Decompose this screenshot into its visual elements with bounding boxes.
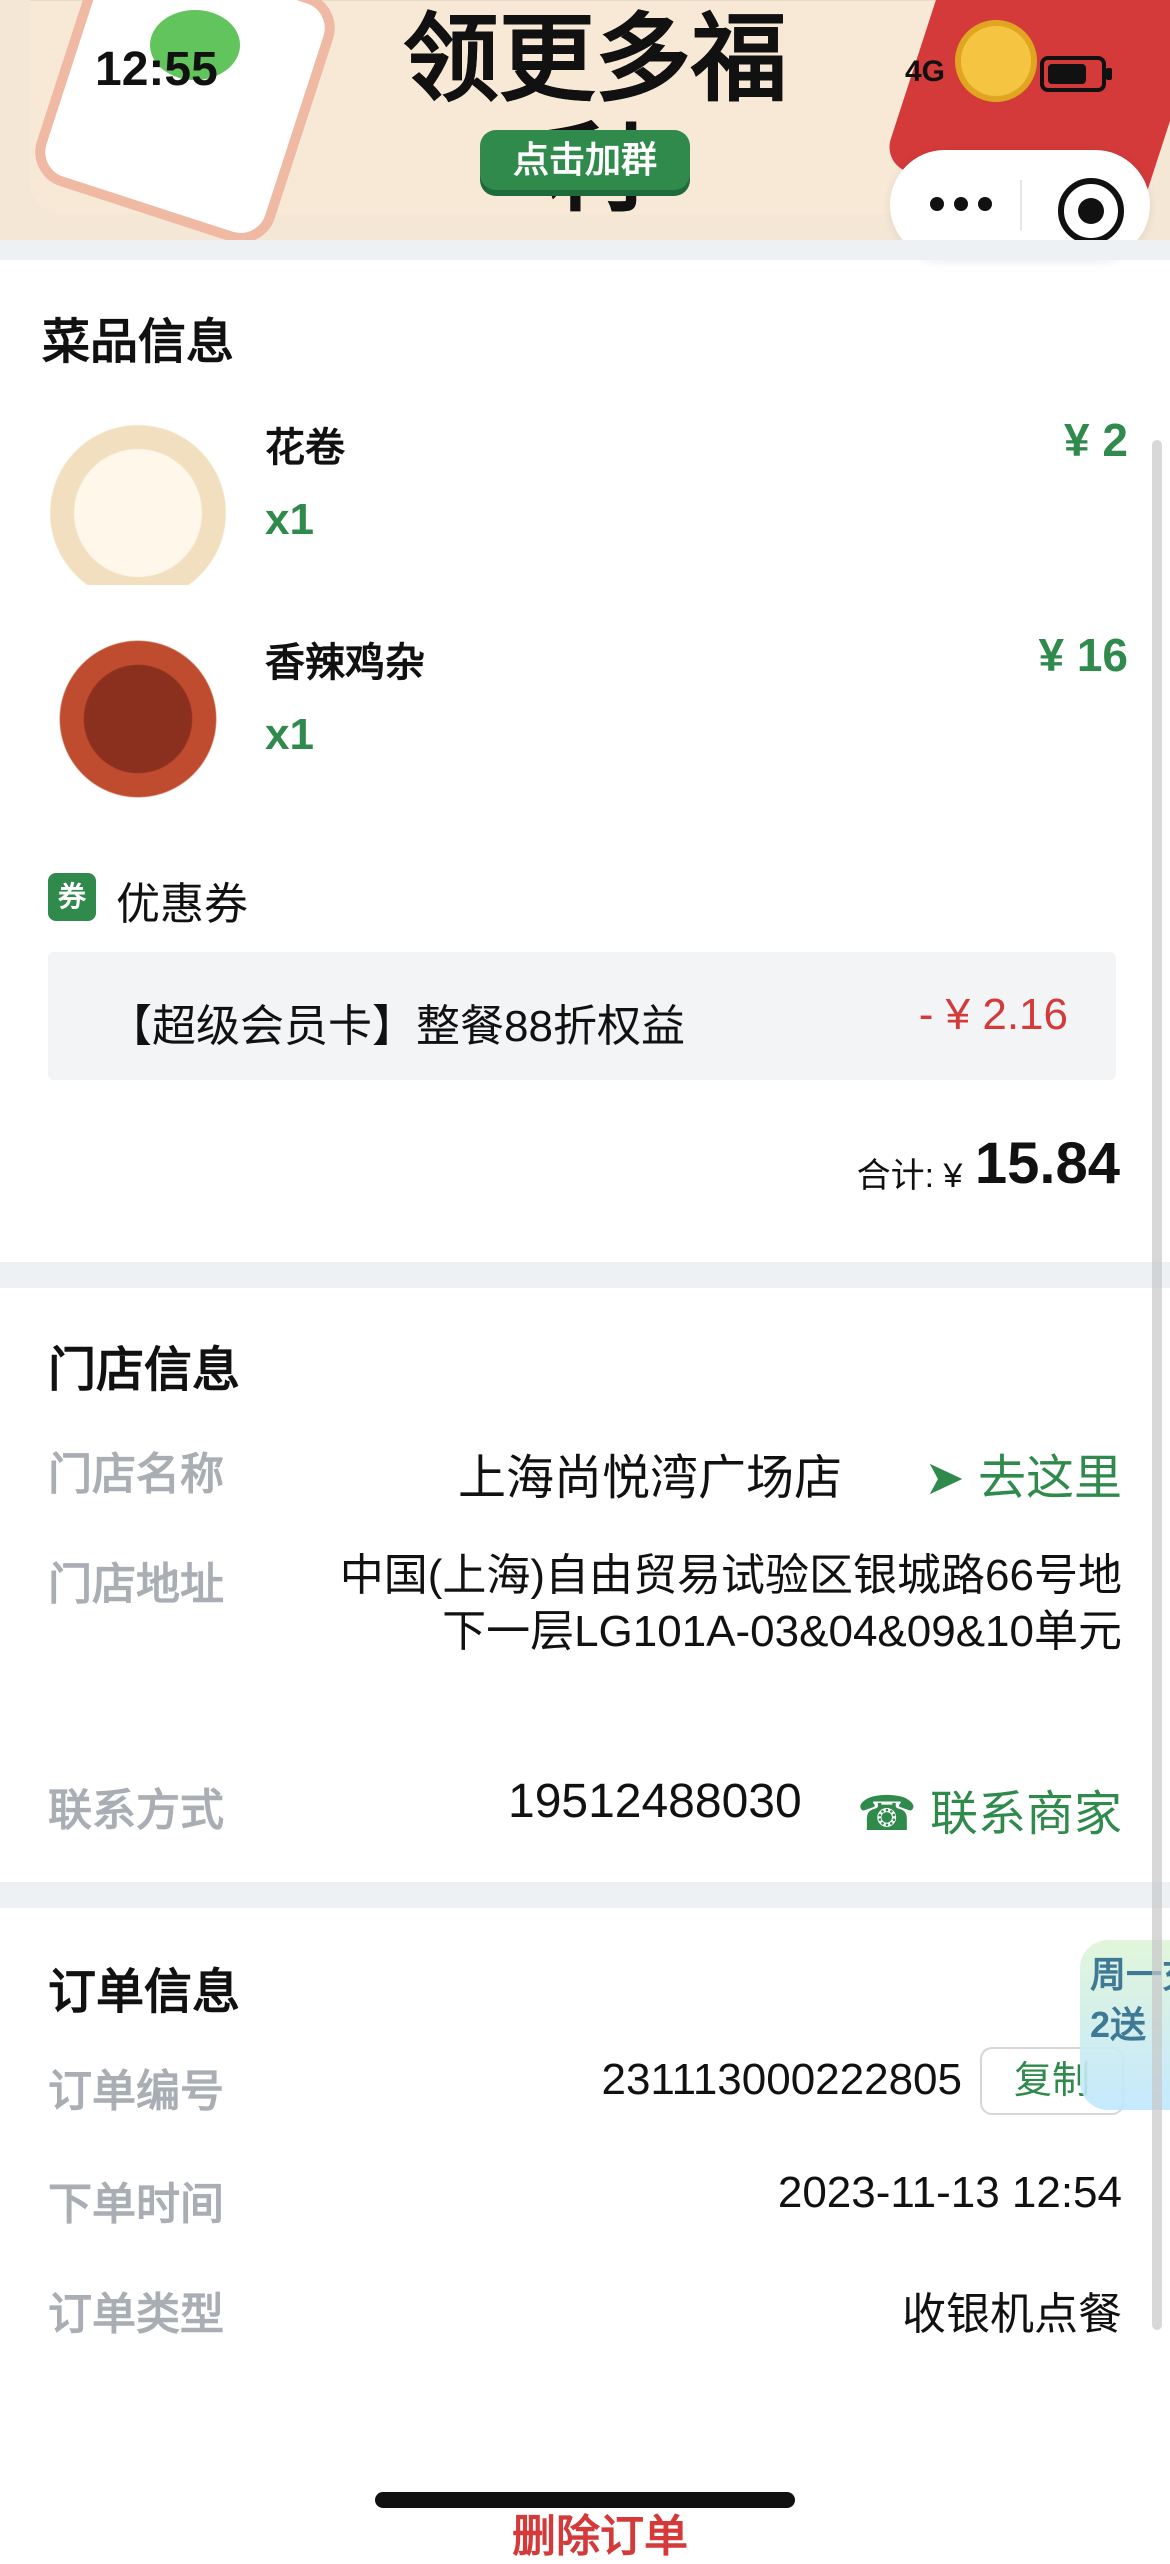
order-number-key: 订单编号 (48, 2067, 224, 2116)
dish-image-jizha (48, 620, 228, 800)
wechat-icon (150, 10, 240, 80)
total-label: 合计: ¥ (856, 1157, 963, 1195)
dish-price: ¥ 16 (1038, 629, 1128, 681)
store-address: 中国(上海)自由贸易试验区银城路66号地下一层LG101A-03&04&09&1… (339, 1551, 1122, 1656)
order-time-row: 下单时间 2023-11-13 12:54 (48, 2168, 1122, 2238)
order-section-title: 订单信息 (48, 1966, 241, 2019)
dish-qty: x1 (265, 710, 314, 759)
dish-image-huajuan (48, 405, 228, 585)
contact-row: 联系方式 19512488030 ☎ 联系商家 (48, 1774, 1122, 1844)
store-section-title: 门店信息 (48, 1344, 241, 1397)
contact-key: 联系方式 (48, 1786, 224, 1835)
coupon-label: 优惠券 (116, 880, 248, 929)
dish-name: 香辣鸡杂 (265, 641, 425, 685)
dish-price: ¥ 2 (1064, 414, 1128, 466)
order-type-row: 订单类型 收银机点餐 (48, 2278, 1122, 2348)
contact-merchant-button[interactable]: ☎ 联系商家 (857, 1774, 1122, 1844)
section-divider (0, 240, 1170, 260)
coupon-badge: 券 (48, 873, 96, 921)
dish-item[interactable]: 香辣鸡杂 x1 ¥ 16 (48, 620, 1128, 810)
coupon-row: 券 优惠券 (48, 868, 1128, 929)
store-phone[interactable]: 19512488030 (508, 1774, 802, 1829)
more-icon[interactable] (930, 197, 1000, 213)
navigate-label: 去这里 (977, 1452, 1122, 1505)
store-address-key: 门店地址 (48, 1560, 224, 1609)
store-name: 上海尚悦湾广场店 (458, 1452, 843, 1505)
total-value: 15.84 (974, 1131, 1120, 1196)
dish-item[interactable]: 花卷 x1 ¥ 2 (48, 405, 1128, 595)
join-group-button[interactable]: 点击加群 (480, 130, 690, 190)
navigation-arrow-icon: ➤ (924, 1452, 978, 1505)
dish-qty: x1 (265, 495, 314, 544)
coupon-detail-text: 【超级会员卡】整餐88折权益 (108, 1002, 685, 1051)
capsule-divider (1020, 180, 1022, 230)
coupon-discount-amount: - ¥ 2.16 (918, 990, 1068, 1039)
coin-icon (955, 20, 1037, 102)
store-name-row: 门店名称 上海尚悦湾广场店 ➤ 去这里 (48, 1438, 1122, 1508)
coupon-detail[interactable]: 【超级会员卡】整餐88折权益 - ¥ 2.16 (48, 952, 1116, 1080)
order-type: 收银机点餐 (902, 2290, 1122, 2339)
order-total: 合计: ¥ 15.84 (857, 1130, 1120, 1200)
dish-name: 花卷 (265, 426, 345, 470)
order-number: 231113000222805 (601, 2055, 962, 2104)
section-divider (0, 1262, 1170, 1288)
order-time-key: 下单时间 (48, 2180, 224, 2229)
delete-order-button[interactable]: 删除订单 (450, 2500, 750, 2564)
store-address-row: 门店地址 中国(上海)自由贸易试验区银城路66号地下一层LG101A-03&04… (48, 1548, 1122, 1728)
order-number-row: 订单编号 231113000222805 复制 (48, 2047, 1124, 2125)
order-time: 2023-11-13 12:54 (777, 2168, 1122, 2217)
dish-section-title: 菜品信息 (42, 316, 235, 369)
navigate-button[interactable]: ➤ 去这里 (924, 1438, 1122, 1508)
store-name-key: 门店名称 (48, 1450, 224, 1499)
banner-headline: 领更多福利 (403, 6, 787, 223)
phone-icon: ☎ (856, 1788, 930, 1841)
section-divider (0, 1882, 1170, 1908)
close-target-icon[interactable] (1058, 178, 1124, 244)
order-type-key: 订单类型 (48, 2290, 224, 2339)
scrollbar[interactable] (1152, 440, 1162, 2330)
contact-merchant-label: 联系商家 (929, 1788, 1122, 1841)
